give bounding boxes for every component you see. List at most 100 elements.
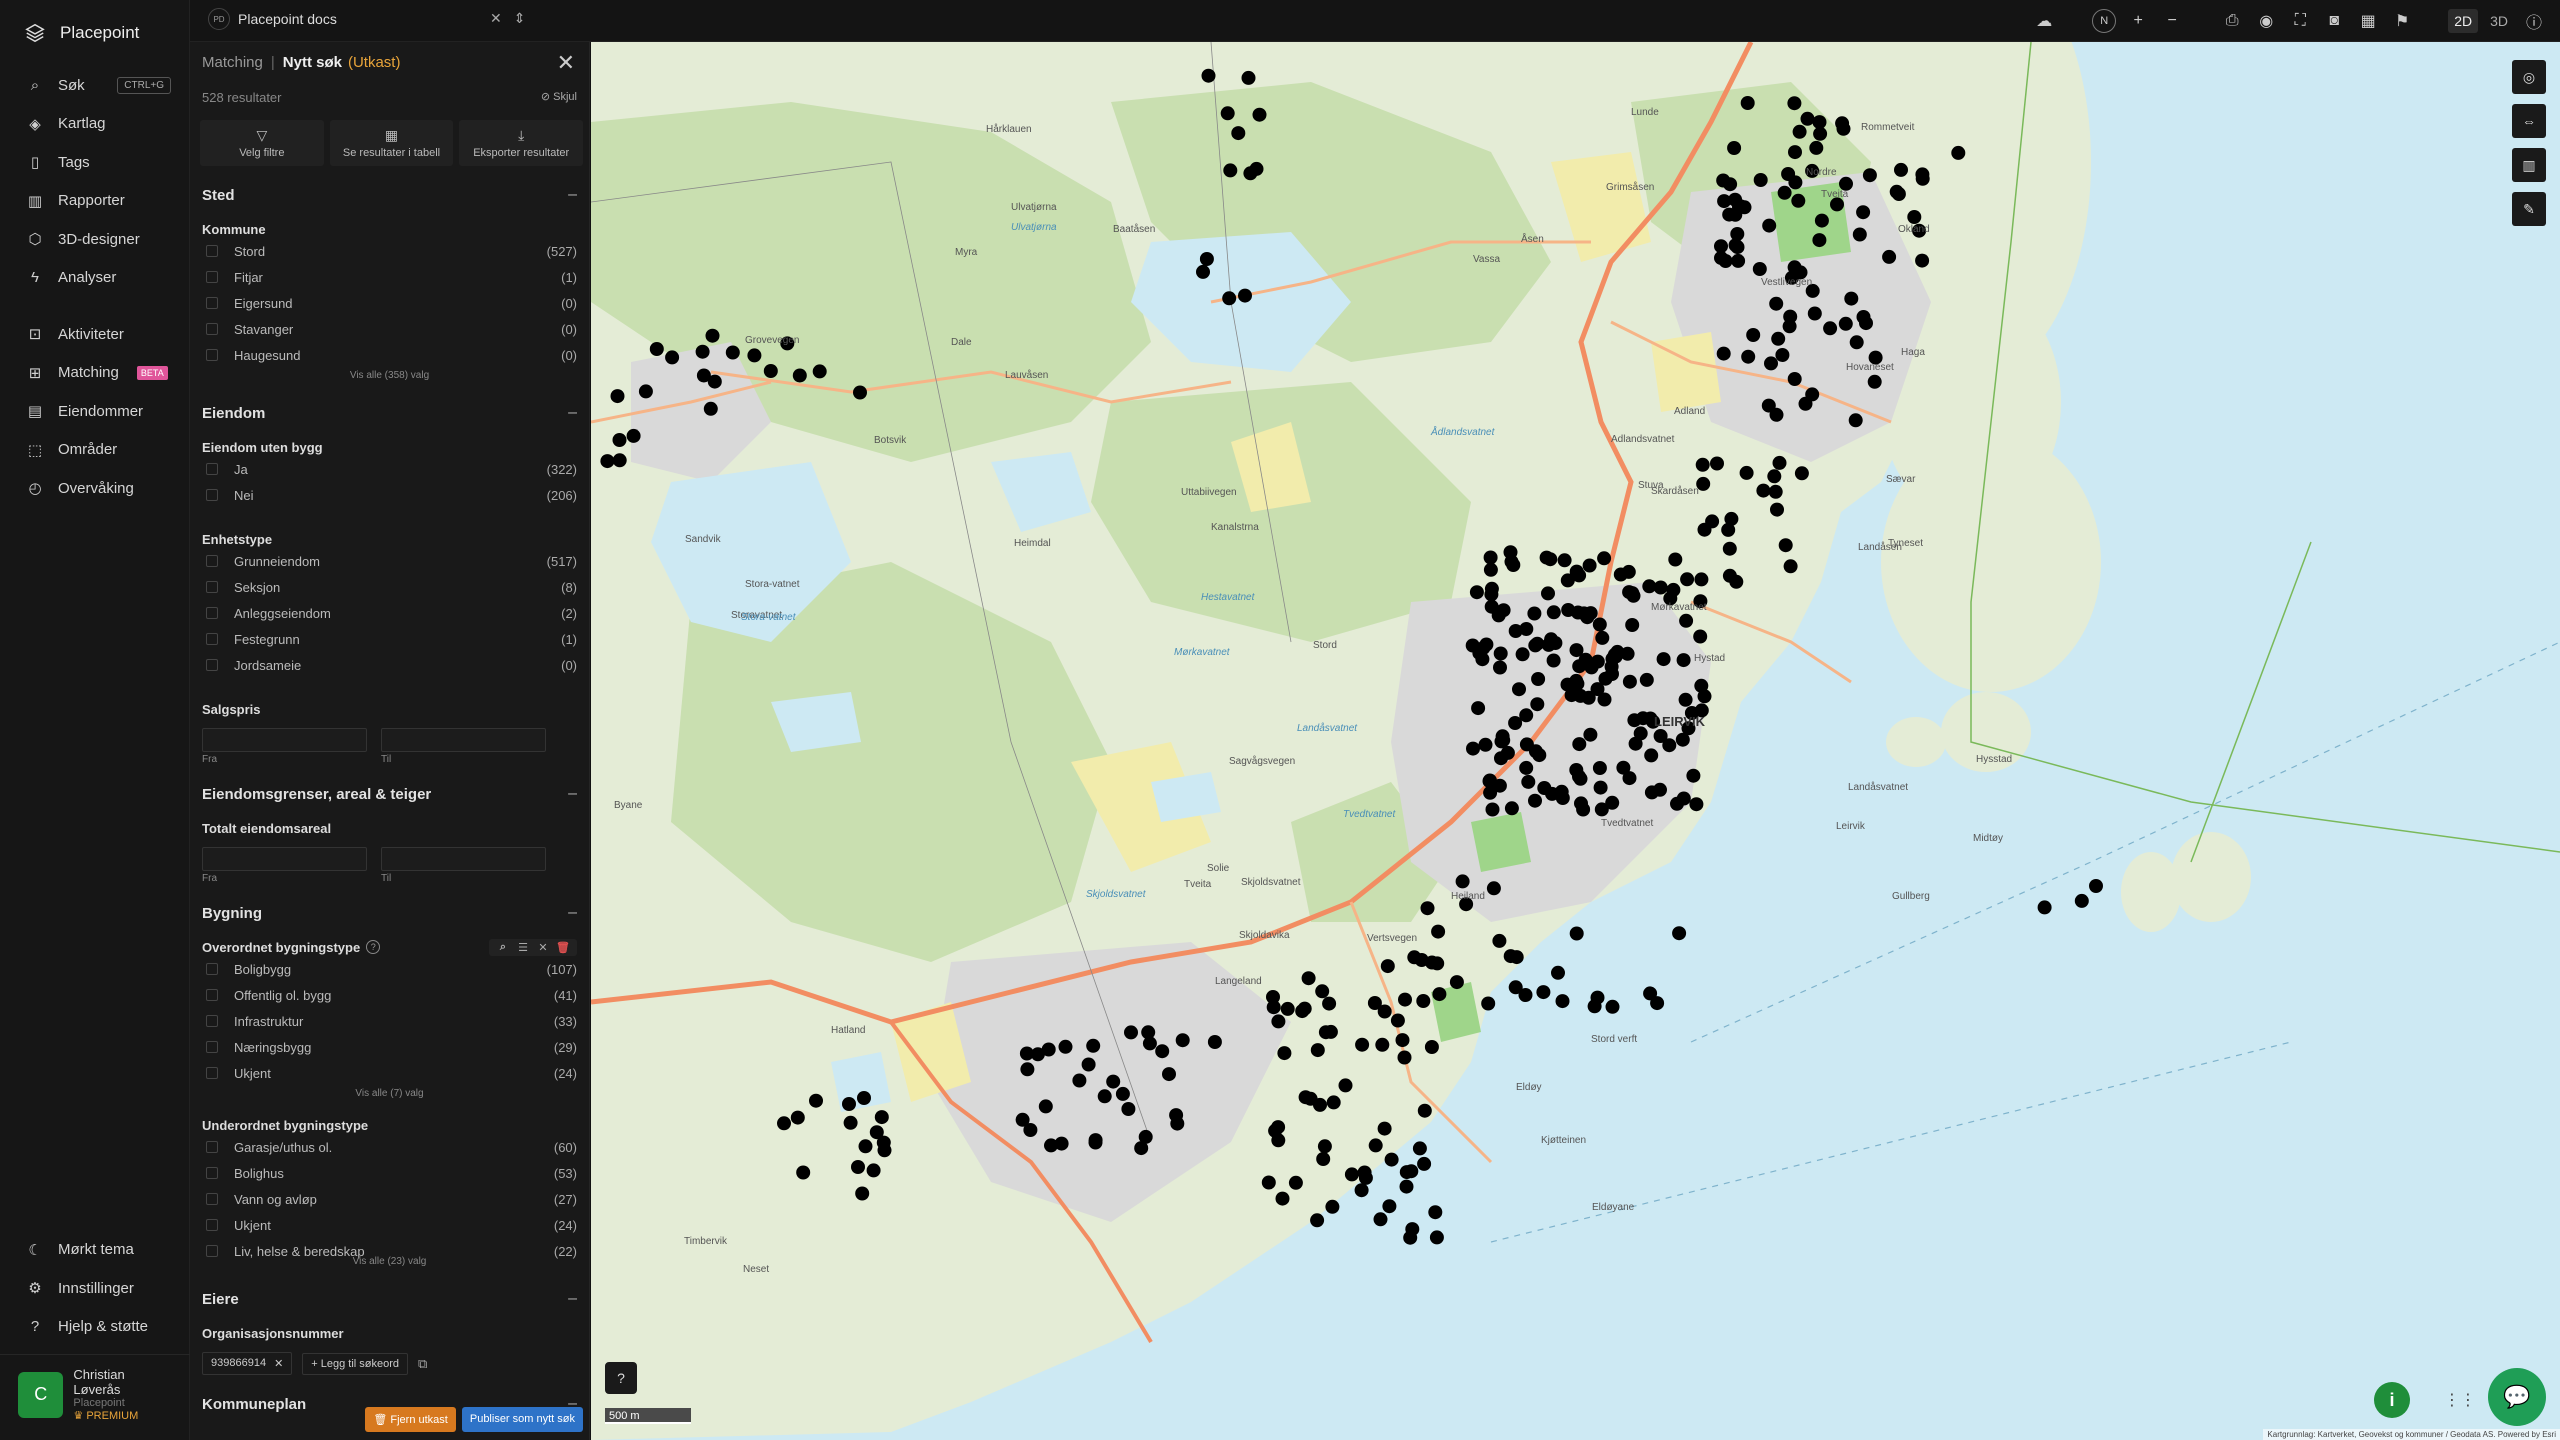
- result-marker[interactable]: [1495, 729, 1510, 744]
- result-marker[interactable]: [1724, 511, 1739, 526]
- result-marker[interactable]: [1675, 732, 1690, 747]
- filter-option[interactable]: Stavanger (0): [202, 316, 577, 342]
- result-marker[interactable]: [1544, 632, 1559, 647]
- result-marker[interactable]: [1368, 1138, 1383, 1153]
- result-marker[interactable]: [792, 368, 807, 383]
- result-marker[interactable]: [1653, 580, 1668, 595]
- add-keyword-button[interactable]: + Legg til søkeord: [302, 1352, 409, 1375]
- result-marker[interactable]: [1338, 1078, 1353, 1093]
- user-card[interactable]: C Christian Løverås Placepoint ♛ PREMIUM: [0, 1354, 190, 1440]
- result-marker[interactable]: [1573, 688, 1588, 703]
- result-marker[interactable]: [1689, 797, 1704, 812]
- bookmark-icon[interactable]: ⚑: [2388, 7, 2416, 35]
- checkbox[interactable]: [206, 989, 218, 1001]
- result-marker[interactable]: [1115, 1086, 1130, 1101]
- result-marker[interactable]: [1622, 674, 1637, 689]
- result-marker[interactable]: [1656, 652, 1671, 667]
- result-marker[interactable]: [1485, 802, 1500, 817]
- collapse-icon[interactable]: –: [568, 186, 577, 204]
- nav-item-omr-der[interactable]: ⬚ Områder: [0, 431, 189, 470]
- result-marker[interactable]: [1318, 1025, 1333, 1040]
- section-grenser[interactable]: Eiendomsgrenser, areal & teiger –: [202, 781, 577, 807]
- result-marker[interactable]: [777, 1116, 791, 1131]
- filter-option[interactable]: Fitjar (1): [202, 264, 577, 290]
- search-icon[interactable]: ⌕: [495, 941, 511, 954]
- nav-item-kartlag[interactable]: ◈ Kartlag: [0, 105, 189, 144]
- filter-option[interactable]: Jordsameie (0): [202, 652, 577, 678]
- result-marker[interactable]: [1469, 585, 1484, 600]
- checkbox[interactable]: [206, 463, 218, 475]
- result-marker[interactable]: [1626, 588, 1641, 603]
- result-marker[interactable]: [1494, 751, 1508, 766]
- result-marker[interactable]: [1714, 239, 1728, 254]
- result-marker[interactable]: [1271, 1014, 1286, 1029]
- result-marker[interactable]: [1823, 321, 1838, 336]
- filter-option[interactable]: Festegrunn (1): [202, 626, 577, 652]
- result-marker[interactable]: [1241, 70, 1256, 85]
- result-marker[interactable]: [1838, 316, 1853, 331]
- result-marker[interactable]: [2089, 879, 2103, 893]
- result-marker[interactable]: [1106, 1074, 1121, 1089]
- result-marker[interactable]: [1616, 760, 1631, 775]
- collapse-icon[interactable]: –: [568, 904, 577, 922]
- filter-option[interactable]: Eigersund (0): [202, 290, 577, 316]
- result-marker[interactable]: [1252, 107, 1267, 122]
- result-marker[interactable]: [1633, 726, 1648, 741]
- result-marker[interactable]: [1915, 253, 1930, 268]
- result-marker[interactable]: [1431, 924, 1446, 939]
- result-marker[interactable]: [1382, 1199, 1397, 1214]
- result-marker[interactable]: [1582, 558, 1597, 573]
- result-marker[interactable]: [1662, 738, 1677, 753]
- result-marker[interactable]: [1791, 193, 1806, 208]
- filter-option[interactable]: Grunneiendom (517): [202, 548, 577, 574]
- result-marker[interactable]: [1859, 316, 1873, 331]
- result-marker[interactable]: [857, 1091, 871, 1105]
- price-to-input[interactable]: [381, 728, 546, 752]
- result-marker[interactable]: [1081, 1057, 1096, 1072]
- section-sted[interactable]: Sted –: [202, 182, 577, 208]
- nav-item-tags[interactable]: ▯ Tags: [0, 143, 189, 182]
- nav-item-innstillinger[interactable]: ⚙ Innstillinger: [0, 1269, 190, 1308]
- info-button[interactable]: i: [2374, 1382, 2410, 1418]
- result-marker[interactable]: [1572, 737, 1587, 752]
- info-icon[interactable]: ⓘ: [2520, 7, 2548, 35]
- checkbox[interactable]: [206, 1141, 218, 1153]
- filter-option[interactable]: Ukjent (24): [202, 1212, 577, 1238]
- project-selector[interactable]: PD Placepoint docs: [208, 8, 337, 30]
- price-from-input[interactable]: [202, 728, 367, 752]
- result-marker[interactable]: [725, 345, 740, 360]
- result-marker[interactable]: [1894, 162, 1908, 177]
- result-marker[interactable]: [1783, 559, 1798, 574]
- result-marker[interactable]: [1472, 646, 1487, 661]
- result-marker[interactable]: [1569, 926, 1584, 941]
- result-marker[interactable]: [1054, 1136, 1069, 1151]
- nav-item-hjelp-st-tte[interactable]: ? Hjelp & støtte: [0, 1308, 190, 1347]
- result-marker[interactable]: [1694, 678, 1709, 693]
- result-marker[interactable]: [1569, 643, 1584, 658]
- result-marker[interactable]: [1375, 1037, 1390, 1052]
- checkbox[interactable]: [206, 607, 218, 619]
- result-marker[interactable]: [1729, 574, 1744, 589]
- result-marker[interactable]: [1792, 124, 1807, 139]
- result-marker[interactable]: [1772, 455, 1787, 470]
- result-marker[interactable]: [2037, 900, 2052, 915]
- result-marker[interactable]: [2074, 893, 2089, 908]
- result-marker[interactable]: [1592, 617, 1607, 632]
- result-marker[interactable]: [1515, 647, 1530, 662]
- result-marker[interactable]: [866, 1163, 881, 1178]
- result-marker[interactable]: [1610, 644, 1625, 659]
- result-marker[interactable]: [1794, 466, 1809, 481]
- result-marker[interactable]: [1546, 605, 1561, 620]
- checkbox[interactable]: [206, 581, 218, 593]
- result-marker[interactable]: [1201, 68, 1216, 83]
- checkbox[interactable]: [206, 963, 218, 975]
- result-marker[interactable]: [1277, 1046, 1292, 1061]
- result-marker[interactable]: [1771, 331, 1786, 346]
- result-marker[interactable]: [1777, 185, 1792, 200]
- result-marker[interactable]: [1809, 140, 1824, 155]
- checkbox[interactable]: [206, 1041, 218, 1053]
- result-marker[interactable]: [1288, 1175, 1303, 1190]
- result-marker[interactable]: [665, 350, 680, 365]
- result-marker[interactable]: [1509, 950, 1524, 965]
- result-marker[interactable]: [1175, 1033, 1190, 1048]
